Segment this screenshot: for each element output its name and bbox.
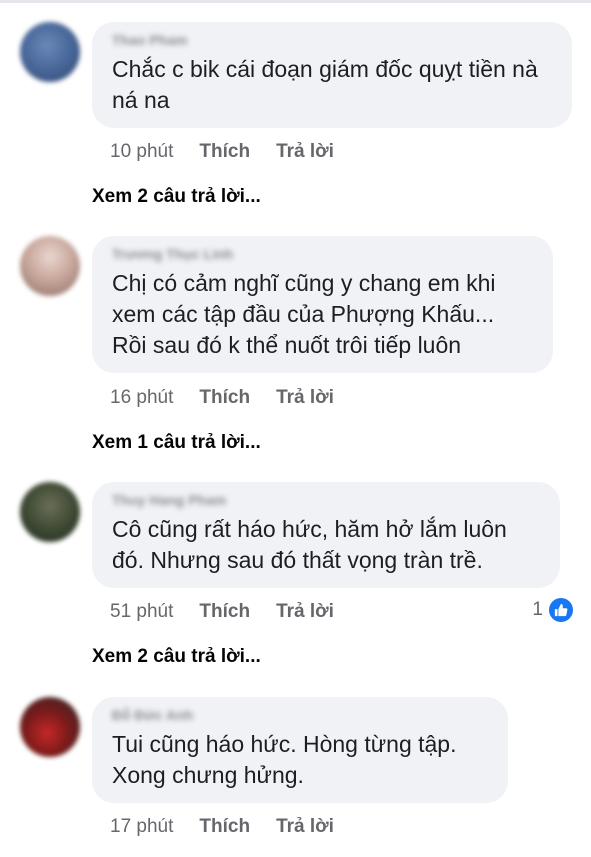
comment-bubble: Thuy Hang Pham Cô cũng rất háo hức, hăm … bbox=[92, 482, 560, 588]
like-button[interactable]: Thích bbox=[199, 601, 250, 623]
comment-text: Chắc c bik cái đoạn giám đốc quỵt tiền n… bbox=[112, 56, 538, 113]
reply-button[interactable]: Trả lời bbox=[276, 816, 334, 838]
reply-button[interactable]: Trả lời bbox=[276, 601, 334, 623]
comment-time[interactable]: 10 phút bbox=[110, 141, 173, 163]
comment-time[interactable]: 51 phút bbox=[110, 601, 173, 623]
reply-button[interactable]: Trả lời bbox=[276, 387, 334, 409]
commenter-name[interactable]: Thuy Hang Pham bbox=[112, 492, 540, 508]
avatar[interactable] bbox=[20, 697, 80, 757]
comment-time[interactable]: 17 phút bbox=[110, 816, 173, 838]
comment-bubble: Thao Pham Chắc c bik cái đoạn giám đốc q… bbox=[92, 22, 572, 128]
top-divider bbox=[0, 0, 591, 3]
comment-bubble: Đỗ Đức Anh Tui cũng háo hức. Hòng từng t… bbox=[92, 697, 508, 803]
avatar[interactable] bbox=[20, 482, 80, 542]
like-thumb-icon bbox=[549, 598, 573, 622]
comment-meta: 17 phút Thích Trả lời bbox=[110, 816, 360, 838]
comment-bubble: Trương Thục Linh Chị có cảm nghĩ cũng y … bbox=[92, 236, 553, 373]
reply-button[interactable]: Trả lời bbox=[276, 141, 334, 163]
commenter-name[interactable]: Thao Pham bbox=[112, 32, 552, 48]
commenter-name[interactable]: Đỗ Đức Anh bbox=[112, 707, 488, 723]
view-replies-link[interactable]: Xem 2 câu trả lời... bbox=[92, 646, 261, 668]
comment-meta: 51 phút Thích Trả lời bbox=[110, 601, 360, 623]
like-button[interactable]: Thích bbox=[199, 387, 250, 409]
avatar[interactable] bbox=[20, 236, 80, 296]
comment-text: Cô cũng rất háo hức, hăm hở lắm luôn đó.… bbox=[112, 516, 507, 573]
reaction-count: 1 bbox=[532, 599, 543, 620]
commenter-name[interactable]: Trương Thục Linh bbox=[112, 246, 533, 262]
comment-meta: 16 phút Thích Trả lời bbox=[110, 387, 360, 409]
view-replies-link[interactable]: Xem 2 câu trả lời... bbox=[92, 186, 261, 208]
comment-text: Chị có cảm nghĩ cũng y chang em khi xem … bbox=[112, 270, 496, 358]
comment-text: Tui cũng háo hức. Hòng từng tập. Xong ch… bbox=[112, 731, 457, 788]
comment-meta: 10 phút Thích Trả lời bbox=[110, 141, 360, 163]
like-button[interactable]: Thích bbox=[199, 141, 250, 163]
reaction-summary[interactable]: 1 bbox=[532, 598, 573, 622]
view-replies-link[interactable]: Xem 1 câu trả lời... bbox=[92, 432, 261, 454]
like-button[interactable]: Thích bbox=[199, 816, 250, 838]
comment-time[interactable]: 16 phút bbox=[110, 387, 173, 409]
avatar[interactable] bbox=[20, 22, 80, 82]
